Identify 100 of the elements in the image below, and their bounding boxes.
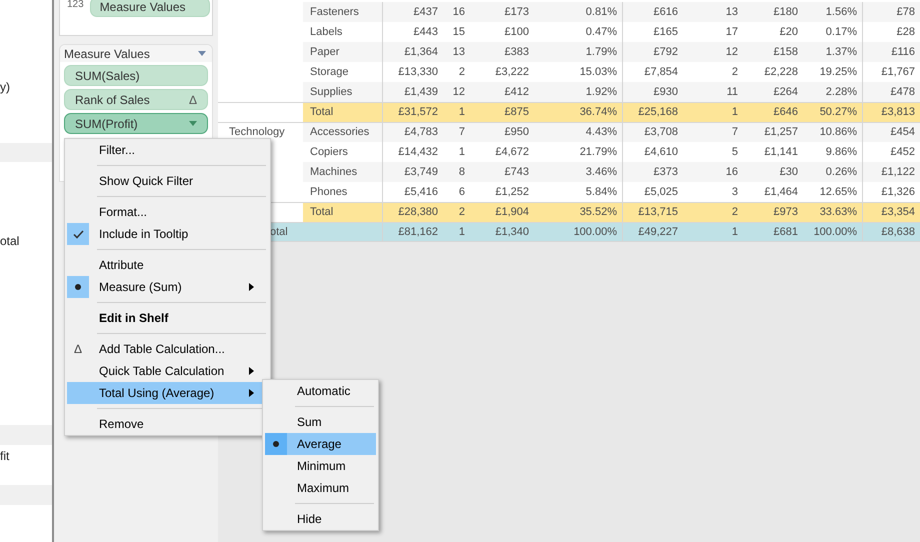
menu-item[interactable]: Δ Add Table Calculation...: [67, 338, 268, 360]
table-cell-text: £30: [780, 164, 798, 180]
table-cell-text: £49,227: [638, 224, 678, 240]
table-cell-text: 3.46%: [586, 164, 617, 180]
subcategory-label: Machines: [310, 164, 358, 180]
table-cell-text: £1,904: [495, 205, 529, 220]
table-cell-text: £3,749: [404, 164, 438, 180]
table-cell-text: £1,464: [764, 184, 798, 200]
table-cell-text: £383: [504, 44, 529, 60]
table-cell-text: £100: [504, 24, 529, 40]
subcategory-label: Paper: [310, 44, 340, 60]
table-cell-text: 10.86%: [820, 125, 857, 140]
table-cell-text: 50.27%: [820, 105, 857, 120]
table-cell-text: 0.47%: [586, 24, 617, 40]
table-cell-text: £1,767: [881, 64, 915, 80]
table-cell-text: 11: [726, 84, 738, 100]
delta-glyph: Δ: [74, 341, 82, 358]
table-cell-text: 16: [452, 4, 465, 20]
table-cell-text: £28: [896, 24, 915, 40]
dropdown-arrow-icon: [189, 121, 197, 126]
panel-text: y): [0, 79, 10, 96]
table-cell-text: £81,162: [398, 224, 438, 240]
table-cell-text: 2: [732, 205, 738, 220]
menu-item[interactable]: Average: [265, 433, 376, 455]
table-cell-text: £1,326: [881, 184, 915, 200]
menu-item[interactable]: Filter...: [67, 139, 268, 161]
table-cell-text: £646: [774, 105, 798, 120]
menu-item[interactable]: Attribute: [67, 254, 268, 276]
table-cell-text: £437: [414, 4, 438, 20]
table-cell-text: 21.79%: [580, 144, 617, 160]
table-cell-text: £180: [774, 4, 798, 20]
menu-item[interactable]: Measure (Sum): [67, 276, 268, 298]
table-cell-text: 12: [452, 84, 465, 100]
menu-item-label: Minimum: [297, 458, 346, 475]
table-cell-text: £13,715: [638, 205, 678, 220]
table-cell-text: 1: [458, 144, 465, 160]
table-cell-text: £412: [504, 84, 529, 100]
table-cell-text: £478: [890, 84, 915, 100]
panel-text: fit: [0, 448, 10, 465]
menu-item[interactable]: Format...: [67, 201, 268, 223]
menu-item-label: Sum: [297, 414, 322, 431]
menu-item[interactable]: Maximum: [265, 477, 376, 499]
table-cell-text: 12: [726, 44, 738, 60]
menu-item[interactable]: Sum: [265, 411, 376, 433]
menu-item-label: Total Using (Average): [99, 385, 214, 402]
field-pill[interactable]: SUM(Sales): [64, 65, 208, 86]
field-pill[interactable]: Measure Values: [90, 0, 210, 17]
menu-item-label: Hide: [297, 511, 322, 528]
menu-item[interactable]: Quick Table Calculation: [67, 360, 268, 382]
menu-item-label: Add Table Calculation...: [99, 341, 225, 358]
menu-item[interactable]: Include in Tooltip: [67, 223, 268, 245]
table-cell-text: £264: [774, 84, 798, 100]
table-cell-text: £116: [891, 44, 915, 60]
table-cell-text: 7: [732, 125, 738, 140]
table-cell-text: £681: [774, 224, 798, 240]
menu-item[interactable]: Hide: [265, 508, 376, 530]
table-cell-text: £3,708: [644, 125, 678, 140]
table-cell-text: 4.43%: [586, 125, 617, 140]
row-band: [0, 143, 52, 162]
table-cell-text: 1: [732, 224, 738, 240]
delta-glyph: Δ: [188, 92, 197, 108]
table-cell-text: £78: [896, 4, 915, 20]
card-title: Measure Values: [64, 46, 150, 62]
table-cell-text: £973: [774, 205, 798, 220]
field-pill[interactable]: SUM(Profit): [64, 113, 208, 134]
panel-text: otal: [0, 233, 20, 250]
table-cell-text: £4,783: [404, 125, 438, 140]
table-cell-text: 17: [726, 24, 738, 40]
table-cell-text: 3: [732, 184, 738, 200]
menu-item[interactable]: Show Quick Filter: [67, 170, 268, 192]
menu-item[interactable]: Minimum: [265, 455, 376, 477]
subcategory-label: Accessories: [310, 125, 370, 140]
subcategory-label: Phones: [310, 184, 348, 200]
menu-item[interactable]: Automatic: [265, 380, 376, 402]
menu-item-label: Remove: [99, 416, 144, 433]
menu-item-label: Automatic: [297, 383, 350, 400]
table-cell-text: £165: [654, 24, 678, 40]
table-cell-text: £3,222: [495, 64, 529, 80]
subcategory-label: Fasteners: [310, 4, 359, 20]
table-cell-text: £20: [780, 24, 798, 40]
table-cell-text: £616: [654, 4, 678, 20]
menu-item-label: Format...: [99, 204, 148, 221]
dropdown-arrow-icon: [198, 51, 206, 56]
field-pill[interactable]: Rank of Sales Δ: [64, 89, 208, 110]
table-cell-text: £792: [654, 44, 678, 60]
table-cell-text: £930: [654, 84, 678, 100]
table-cell-text: £4,672: [495, 144, 529, 160]
menu-item-label: Filter...: [99, 142, 136, 159]
table-cell-text: £452: [890, 144, 915, 160]
table-cell-text: 19.25%: [820, 64, 857, 80]
menu-item[interactable]: Edit in Shelf: [67, 307, 268, 329]
table-cell-text: £4,610: [644, 144, 678, 160]
menu-item-label: Edit in Shelf: [99, 310, 168, 327]
table-cell-text: £2,228: [764, 64, 798, 80]
table-cell-text: £373: [654, 164, 678, 180]
table-cell-text: £8,638: [881, 224, 915, 240]
total-label: Total: [310, 205, 334, 220]
table-cell-text: 6: [458, 184, 465, 200]
grand-total-label: otal: [270, 224, 288, 240]
table-cell-text: £1,252: [495, 184, 529, 200]
